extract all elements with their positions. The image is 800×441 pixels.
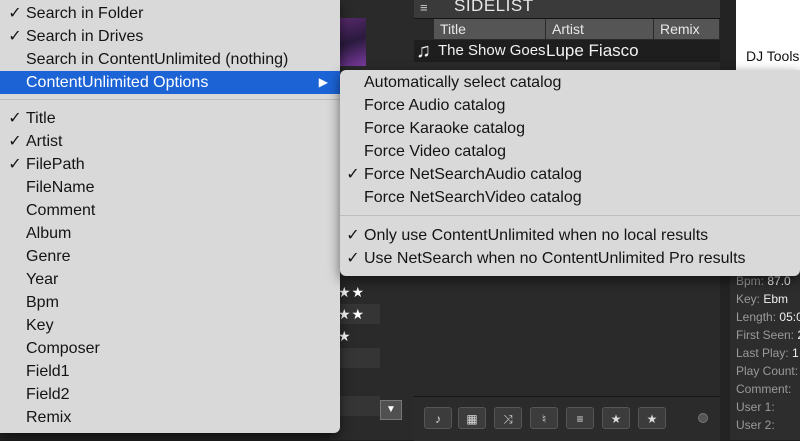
info-user1: User 1:	[736, 400, 775, 414]
menu-item-search-folder[interactable]: ✓ Search in Folder	[0, 2, 340, 25]
checkmark-icon: ✓	[346, 227, 360, 244]
menu-item-field-filepath[interactable]: ✓ FilePath	[0, 153, 340, 176]
info-key: Key: Ebm	[736, 292, 789, 306]
menu-item-field-key[interactable]: Key	[0, 314, 340, 337]
column-header-artist[interactable]: Artist	[546, 19, 654, 39]
column-header-title[interactable]: Title	[434, 19, 546, 39]
menu-item-field-field2[interactable]: Field2	[0, 383, 340, 406]
rating-stars: ★	[338, 328, 352, 344]
menu-item-field-album[interactable]: Album	[0, 222, 340, 245]
menu-item-field-composer[interactable]: Composer	[0, 337, 340, 360]
info-first-seen: First Seen: 2	[736, 328, 800, 342]
info-bpm: Bpm: 87.0	[736, 274, 791, 288]
sidelist-title: SIDELIST	[454, 0, 534, 15]
submenu-item-netsearch-audio-catalog[interactable]: ✓ Force NetSearchAudio catalog	[340, 163, 800, 186]
submenu-arrow-icon: ▶	[318, 75, 328, 89]
checkmark-icon: ✓	[8, 133, 22, 150]
sidelist-toolbar: ♪ ▦ ⤨ ♮ ≡ ★ ★	[414, 396, 720, 441]
dj-tools-label[interactable]: DJ Tools	[746, 48, 799, 64]
checkmark-icon: ✓	[8, 28, 22, 45]
menu-item-field-filename[interactable]: FileName	[0, 176, 340, 199]
track-info-panel: Bpm: 87.0 Key: Ebm Length: 05:0 First Se…	[730, 270, 800, 440]
menu-separator	[0, 99, 340, 100]
track-title: The Show Goes On	[438, 42, 546, 59]
checkmark-icon: ✓	[8, 110, 22, 127]
menu-item-search-contentunlimited[interactable]: Search in ContentUnlimited (nothing)	[0, 48, 340, 71]
checkmark-icon: ✓	[8, 5, 22, 22]
menu-item-field-title[interactable]: ✓ Title	[0, 107, 340, 130]
submenu-item-auto-catalog[interactable]: Automatically select catalog	[340, 71, 800, 94]
menu-item-search-drives[interactable]: ✓ Search in Drives	[0, 25, 340, 48]
playlist-send-icon[interactable]: ≡	[566, 407, 594, 429]
favorite-folder-icon[interactable]: ★	[602, 407, 630, 429]
rating-stars: ★★	[338, 284, 366, 300]
checkmark-icon: ✓	[346, 166, 360, 183]
search-options-menu: ✓ Search in Folder ✓ Search in Drives Se…	[0, 0, 340, 433]
favorite-add-icon[interactable]: ★	[638, 407, 666, 429]
info-comment: Comment:	[736, 382, 792, 396]
sidelist-header: ≡ SIDELIST	[414, 0, 720, 19]
checkmark-icon: ✓	[8, 156, 22, 173]
menu-item-field-artist[interactable]: ✓ Artist	[0, 130, 340, 153]
rating-stars: ★★	[338, 306, 366, 322]
list-row	[336, 348, 380, 368]
menu-item-field-bpm[interactable]: Bpm	[0, 291, 340, 314]
shuffle-icon[interactable]: ⤨	[494, 407, 522, 429]
menu-item-field-genre[interactable]: Genre	[0, 245, 340, 268]
column-header-remix[interactable]: Remix	[654, 19, 720, 39]
add-track-icon[interactable]: ♪	[424, 407, 452, 429]
track-artist: Lupe Fiasco	[546, 41, 639, 60]
info-last-play: Last Play: 1	[736, 346, 799, 360]
menu-item-field-remix[interactable]: Remix	[0, 406, 340, 429]
dropdown-button[interactable]: ▼	[380, 400, 402, 420]
submenu-item-karaoke-catalog[interactable]: Force Karaoke catalog	[340, 117, 800, 140]
submenu-item-audio-catalog[interactable]: Force Audio catalog	[340, 94, 800, 117]
submenu-item-only-use-contentunlimited[interactable]: ✓ Only use ContentUnlimited when no loca…	[340, 224, 800, 247]
menu-separator	[340, 215, 800, 216]
microphone-icon[interactable]: ♮	[530, 407, 558, 429]
grid-view-icon[interactable]: ▦	[458, 407, 486, 429]
menu-item-contentunlimited-options[interactable]: ContentUnlimited Options ▶	[0, 71, 340, 94]
info-length: Length: 05:0	[736, 310, 800, 324]
submenu-item-use-netsearch[interactable]: ✓ Use NetSearch when no ContentUnlimited…	[340, 247, 800, 270]
list-icon[interactable]: ≡	[420, 0, 436, 16]
table-row[interactable]: ♫ The Show Goes On Lupe Fiasco	[414, 40, 720, 62]
album-art-thumbnail	[336, 18, 366, 66]
menu-item-field-comment[interactable]: Comment	[0, 199, 340, 222]
submenu-item-netsearch-video-catalog[interactable]: Force NetSearchVideo catalog	[340, 186, 800, 209]
list-row	[336, 396, 380, 416]
contentunlimited-options-submenu: Automatically select catalog Force Audio…	[340, 70, 800, 276]
submenu-item-video-catalog[interactable]: Force Video catalog	[340, 140, 800, 163]
checkmark-icon: ✓	[346, 250, 360, 267]
music-note-icon: ♫	[416, 40, 431, 62]
menu-item-field-year[interactable]: Year	[0, 268, 340, 291]
status-dot-icon[interactable]	[698, 413, 708, 423]
info-play-count: Play Count:	[736, 364, 799, 378]
menu-item-field-field1[interactable]: Field1	[0, 360, 340, 383]
info-user2: User 2:	[736, 418, 775, 432]
